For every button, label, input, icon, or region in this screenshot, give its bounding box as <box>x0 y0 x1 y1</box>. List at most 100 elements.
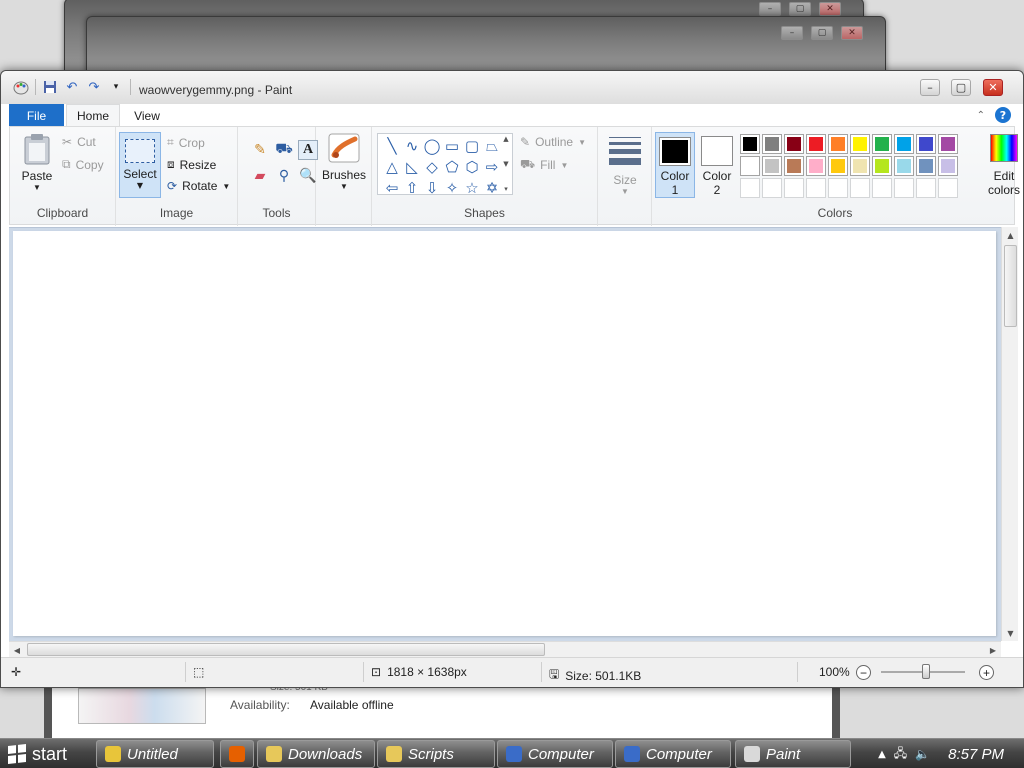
palette-swatch[interactable] <box>828 134 848 154</box>
eraser-icon[interactable]: ▰ <box>250 166 270 186</box>
minimize-icon[interactable]: – <box>781 26 803 40</box>
four-point-star-shape-icon[interactable]: ✧ <box>442 178 462 198</box>
six-point-star-shape-icon[interactable]: ✡ <box>482 178 502 198</box>
right-triangle-shape-icon[interactable]: ◺ <box>402 157 422 177</box>
scroll-up-arrow-icon[interactable]: ▲ <box>1002 227 1019 243</box>
taskbar-button[interactable]: Computer <box>615 740 731 768</box>
shapes-scrollbar[interactable]: ▲ ▼ ▾ <box>501 135 511 193</box>
close-icon[interactable]: ✕ <box>841 26 863 40</box>
right-arrow-shape-icon[interactable]: ⇨ <box>482 157 502 177</box>
rounded-rectangle-shape-icon[interactable]: ▢ <box>462 136 482 156</box>
taskbar-button[interactable]: Scripts <box>377 740 495 768</box>
custom-color-slot[interactable] <box>806 178 826 198</box>
close-button[interactable]: ✕ <box>983 79 1003 96</box>
custom-color-slot[interactable] <box>784 178 804 198</box>
zoom-out-button[interactable]: − <box>856 665 871 680</box>
save-icon[interactable] <box>42 79 58 95</box>
maximize-icon[interactable]: ▢ <box>811 26 833 40</box>
text-tool-icon[interactable]: A <box>298 140 318 160</box>
horizontal-scroll-thumb[interactable] <box>27 643 545 656</box>
volume-icon[interactable]: 🔈 <box>915 747 930 761</box>
taskbar-button[interactable]: Paint <box>735 740 851 768</box>
scroll-right-arrow-icon[interactable]: ▶ <box>985 642 1001 658</box>
cut-button[interactable]: ✂ Cut <box>62 135 96 149</box>
palette-swatch[interactable] <box>894 134 914 154</box>
start-button[interactable]: start <box>0 739 92 768</box>
taskbar-button[interactable] <box>220 740 254 768</box>
magnifier-icon[interactable]: 🔍 <box>298 166 318 186</box>
tab-home[interactable]: Home <box>66 104 120 127</box>
palette-swatch[interactable] <box>740 134 760 154</box>
scroll-left-arrow-icon[interactable]: ◀ <box>9 642 25 658</box>
palette-swatch[interactable] <box>872 134 892 154</box>
up-arrow-shape-icon[interactable]: ⇧ <box>402 178 422 198</box>
edit-colors-button[interactable]: Edit colors <box>984 134 1024 197</box>
palette-swatch[interactable] <box>872 156 892 176</box>
palette-swatch[interactable] <box>850 156 870 176</box>
palette-swatch[interactable] <box>850 134 870 154</box>
redo-icon[interactable]: ↷ <box>86 79 102 95</box>
brushes-button[interactable]: Brushes ▼ <box>322 133 366 191</box>
taskbar-button[interactable]: Downloads <box>257 740 375 768</box>
copy-button[interactable]: ⧉ Copy <box>62 157 104 172</box>
size-button[interactable]: Size ▼ <box>604 137 646 196</box>
clock[interactable]: 8:57 PM <box>948 746 1004 763</box>
scroll-up-icon[interactable]: ▲ <box>503 135 508 143</box>
curve-shape-icon[interactable]: ∿ <box>402 136 422 156</box>
close-icon[interactable]: ✕ <box>819 2 841 16</box>
paint-app-icon[interactable] <box>13 79 29 95</box>
palette-swatch[interactable] <box>784 134 804 154</box>
custom-color-slot[interactable] <box>850 178 870 198</box>
palette-swatch[interactable] <box>938 134 958 154</box>
polygon-shape-icon[interactable]: ⏢ <box>482 136 502 156</box>
tab-file[interactable]: File <box>9 104 64 127</box>
pentagon-shape-icon[interactable]: ⬠ <box>442 157 462 177</box>
taskbar-button[interactable]: Computer <box>497 740 613 768</box>
customize-qat-icon[interactable]: ▾ <box>108 79 124 95</box>
palette-swatch[interactable] <box>894 156 914 176</box>
palette-swatch[interactable] <box>806 156 826 176</box>
rectangle-shape-icon[interactable]: ▭ <box>442 136 462 156</box>
drawing-canvas[interactable] <box>13 231 996 636</box>
resize-button[interactable]: ⧈ Resize <box>167 157 216 172</box>
custom-color-slot[interactable] <box>828 178 848 198</box>
scroll-down-icon[interactable]: ▼ <box>503 160 508 168</box>
palette-swatch[interactable] <box>828 156 848 176</box>
taskbar-button[interactable]: Untitled <box>96 740 214 768</box>
undo-icon[interactable]: ↶ <box>64 79 80 95</box>
custom-color-slot[interactable] <box>740 178 760 198</box>
vertical-scrollbar[interactable]: ▲ ▼ <box>1001 227 1018 641</box>
zoom-in-button[interactable]: + <box>979 665 994 680</box>
palette-swatch[interactable] <box>784 156 804 176</box>
line-shape-icon[interactable]: ╲ <box>382 136 402 156</box>
palette-swatch[interactable] <box>762 156 782 176</box>
minimize-ribbon-icon[interactable]: ⌃ <box>977 110 985 121</box>
palette-swatch[interactable] <box>762 134 782 154</box>
custom-color-slot[interactable] <box>916 178 936 198</box>
custom-color-slot[interactable] <box>938 178 958 198</box>
five-point-star-shape-icon[interactable]: ☆ <box>462 178 482 198</box>
fill-bucket-icon[interactable]: ⛟ <box>274 140 294 160</box>
palette-swatch[interactable] <box>740 156 760 176</box>
hexagon-shape-icon[interactable]: ⬡ <box>462 157 482 177</box>
custom-color-slot[interactable] <box>894 178 914 198</box>
vertical-scroll-thumb[interactable] <box>1004 245 1017 327</box>
zoom-slider-thumb[interactable] <box>922 664 930 679</box>
down-arrow-shape-icon[interactable]: ⇩ <box>422 178 442 198</box>
select-button[interactable]: Select ▼ <box>119 132 161 198</box>
expand-gallery-icon[interactable]: ▾ <box>504 185 508 193</box>
minimize-icon[interactable]: – <box>759 2 781 16</box>
oval-shape-icon[interactable]: ◯ <box>422 136 442 156</box>
tab-view[interactable]: View <box>124 104 170 127</box>
maximize-icon[interactable]: ▢ <box>789 2 811 16</box>
paste-button[interactable]: Paste ▼ <box>18 133 56 192</box>
show-hidden-icons-icon[interactable]: ▲ <box>878 749 886 760</box>
palette-swatch[interactable] <box>916 134 936 154</box>
title-bar[interactable]: ↶ ↷ ▾ waowverygemmy.png - Paint – ▢ ✕ <box>1 71 1023 104</box>
pencil-icon[interactable]: ✎ <box>250 140 270 160</box>
palette-swatch[interactable] <box>806 134 826 154</box>
help-icon[interactable]: ? <box>995 107 1011 123</box>
custom-color-slot[interactable] <box>762 178 782 198</box>
custom-color-slot[interactable] <box>872 178 892 198</box>
color-picker-icon[interactable]: ⚲ <box>274 166 294 186</box>
